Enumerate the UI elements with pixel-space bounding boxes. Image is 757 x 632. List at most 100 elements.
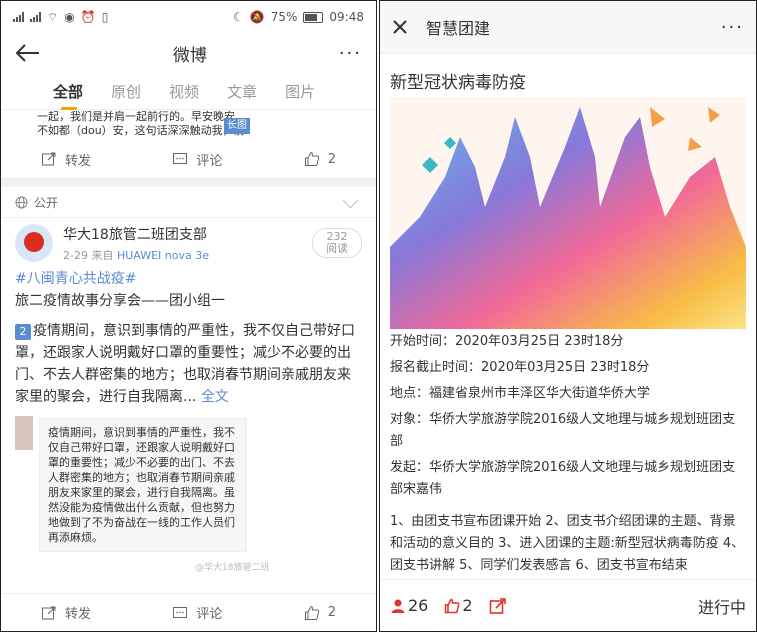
like-count: 2 [327,605,336,620]
battery-level: 75% [270,10,298,24]
comment-button-2[interactable]: 评论 [172,603,222,622]
content-tabs: 全部 原创 视频 文章 图片 [1,73,376,110]
repost-button-2[interactable]: 转发 [41,603,91,622]
avatar[interactable] [15,224,53,262]
clock: 09:48 [329,10,364,24]
tab-original[interactable]: 原创 [111,81,141,102]
image-watermark: @华大18旅管二班 [195,563,270,573]
like-button[interactable]: 2 [444,596,473,615]
long-image-badge: 长图 [224,118,250,134]
more-menu-icon[interactable]: ··· [721,17,744,38]
page-title: 微博 [172,45,207,66]
info-location: 地点：福建省泉州市丰泽区华大街道华侨大学 [390,386,651,401]
device-link[interactable]: HUAWEI nova 3e [117,249,209,262]
visibility-label-group: 公开 [15,194,58,211]
repost-button[interactable]: 转发 [41,150,91,169]
thumbs-up-icon [304,605,319,620]
share-button[interactable] [489,597,507,615]
info-target: 对象：华侨大学旅游学院2016级人文地理与城乡规划班团支部 [390,412,736,449]
info-initiator: 发起：华侨大学旅游学院2016级人文地理与城乡规划班团支部宋嘉伟 [390,460,736,497]
weibo-header: 微博 ··· [1,33,376,73]
tab-video[interactable]: 视频 [169,81,199,102]
tab-image[interactable]: 图片 [285,81,315,102]
visibility-label: 公开 [34,195,59,210]
moon-icon: ☾ [233,10,244,24]
repost-label: 转发 [65,153,92,169]
post-text: 2 疫情期间，意识到事情的严重性，我不仅自己带好口罩，还跟家人说明戴好口罩的重要性… [15,320,362,408]
close-icon[interactable] [392,19,408,35]
globe-icon [15,196,28,208]
repost-label: 转发 [65,607,92,622]
previous-post-snippet: 一起，我们是并肩一起前行的。早安晚安 不如都（dou）安，这句话深深触动我，前 … [1,110,376,140]
repost-icon [42,606,56,619]
wifi-icon: ⌔ [47,9,59,24]
comment-button[interactable]: 评论 [172,150,222,169]
back-arrow-icon[interactable] [15,43,41,63]
activity-banner-image [390,97,746,329]
colorful-crowd-illustration [390,97,746,329]
alarm-icon: ⏰ [80,10,96,24]
user-icon [391,599,405,613]
visibility-row: 公开 [1,187,376,218]
post-image[interactable]: 疫情期间，意识到事情的严重性，我不仅自己带好口罩，还跟家人说明戴好口罩的重要性；… [15,416,362,573]
post-actions-2: 转发 评论 2 [1,593,376,631]
chevron-down-icon[interactable] [342,192,359,208]
tab-article[interactable]: 文章 [227,81,257,102]
activity-footer: 26 2 进行中 [380,579,756,631]
image-thumbnail [15,416,33,450]
comment-icon [173,153,188,164]
signal-icon-2 [30,12,41,22]
signal-icon [13,12,24,22]
post-body: #八闽青心共战疫# 旅二疫情故事分享会——团小组一 2 疫情期间，意识到事情的严重… [1,268,376,408]
league-panel: 智慧团建 ··· 新型冠状病毒防疫 开始时间：2020年03月25日 23时18… [379,0,757,632]
read-count-badge: 232 阅读 [312,228,362,258]
image-text-card: 疫情期间，意识到事情的严重性，我不仅自己带好口罩，还跟家人说明戴好口罩的重要性；… [39,418,247,552]
post-subinfo: 2-29 来自 HUAWEI nova 3e [63,247,302,263]
like-count: 2 [327,151,336,167]
like-count: 2 [462,596,473,615]
battery-icon [303,11,324,23]
info-start-time: 开始时间：2020年03月25日 23时18分 [390,334,624,349]
participants-button[interactable]: 26 [390,596,428,615]
thumbs-up-icon [304,151,319,166]
share-icon [489,597,506,614]
post-body-text: 疫情期间，意识到事情的严重性，我不仅自己带好口罩，还跟家人说明戴好口罩的重要性；… [15,323,355,405]
post-separator [1,179,376,187]
like-button[interactable]: 2 [304,151,336,167]
weibo-panel: ⌔ ◉ ⏰ ▯ ☾ 🔕 75% 09:48 微博 ··· 全部 原创 视频 文章… [0,0,377,632]
repost-icon [42,152,56,166]
activity-title: 新型冠状病毒防疫 [390,73,526,93]
mute-icon: 🔕 [249,10,265,24]
thumbs-up-icon [445,598,460,613]
like-button-2[interactable]: 2 [304,605,336,621]
comment-label: 评论 [196,153,223,169]
status-bar: ⌔ ◉ ⏰ ▯ ☾ 🔕 75% 09:48 [1,1,376,33]
hashtag-link[interactable]: #八闽青心共战疫# [15,268,362,290]
more-menu-icon[interactable]: ··· [339,43,362,64]
header-left: 智慧团建 [392,15,490,39]
snippet-line-1: 一起，我们是并肩一起前行的。早安晚安 [37,110,235,123]
activity-info: 开始时间：2020年03月25日 23时18分 报名截止时间：2020年03月2… [390,331,746,581]
eye-icon: ◉ [64,10,75,24]
notification-icon: ▯ [101,10,109,24]
tab-all[interactable]: 全部 [53,81,83,110]
app-header: 智慧团建 ··· [380,1,756,54]
status-right: ☾ 🔕 75% 09:48 [233,10,364,24]
post-actions-1: 转发 评论 2 [1,140,376,179]
screenshot-frame: ⌔ ◉ ⏰ ▯ ☾ 🔕 75% 09:48 微博 ··· 全部 原创 视频 文章… [0,0,757,632]
post-header: 华大18旅管二班团支部 2-29 来自 HUAWEI nova 3e 232 阅… [1,218,376,268]
participant-count: 26 [408,596,429,615]
status-left: ⌔ ◉ ⏰ ▯ [13,10,108,25]
snippet-line-2: 不如都（dou）安，这句话深深触动我，前 [37,124,245,137]
read-label: 阅读 [326,242,348,255]
full-text-link[interactable]: 全文 [201,389,229,405]
post-date: 2-29 [63,248,88,262]
author-name[interactable]: 华大18旅管二班团支部 [63,224,302,244]
post-subtitle: 旅二疫情故事分享会——团小组一 [15,293,225,309]
post-meta: 华大18旅管二班团支部 2-29 来自 HUAWEI nova 3e [63,224,302,263]
number-badge: 2 [15,324,31,340]
comment-icon [173,606,188,618]
info-signup-deadline: 报名截止时间：2020年03月25日 23时18分 [390,360,650,375]
app-title: 智慧团建 [426,19,491,38]
source-prefix: 来自 [91,248,114,262]
